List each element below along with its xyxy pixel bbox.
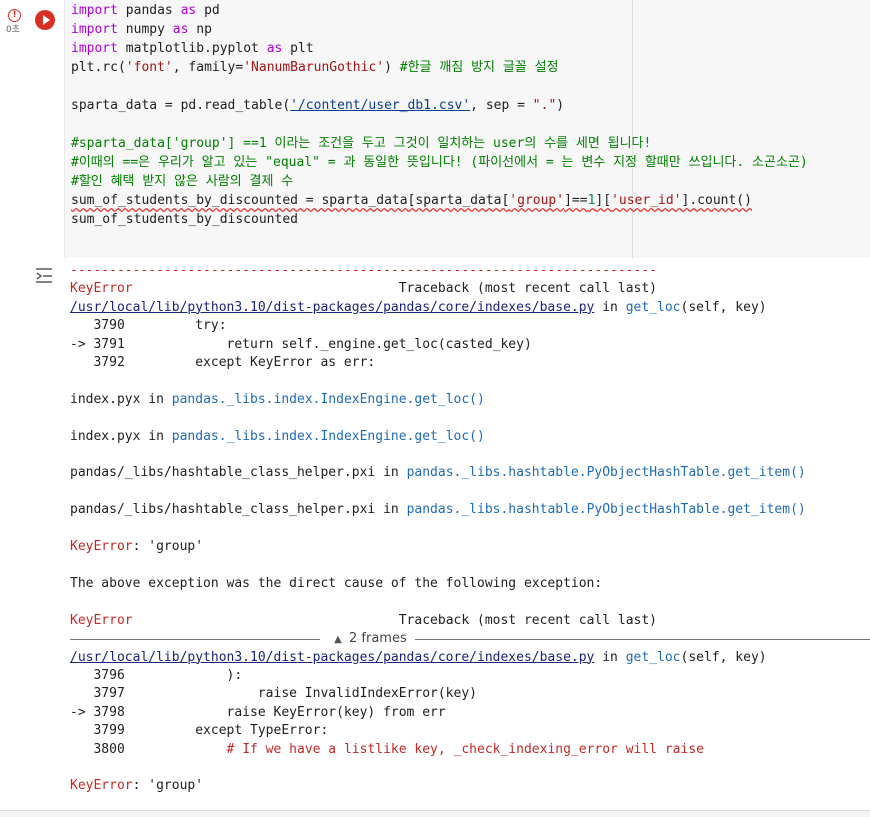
source-line-3797: 3797 raise InvalidIndexError(key)	[70, 686, 477, 702]
error-message-1: KeyError: 'group'	[70, 539, 204, 555]
frame-location-1: /usr/local/lib/python3.10/dist-packages/…	[70, 299, 767, 315]
frames-divider-right	[415, 639, 870, 641]
error-message-2: KeyError: 'group'	[70, 778, 204, 794]
code-line-4: plt.rc('font', family='NanumBarunGothic'…	[71, 60, 559, 75]
code-line-10: sum_of_students_by_discounted = sparta_d…	[71, 193, 752, 208]
code-line-2: import numpy as np	[71, 22, 212, 37]
cell-gutter: ! 0초	[0, 0, 30, 816]
source-line-3800: 3800 # If we have a listlike key, _check…	[70, 741, 704, 757]
frame-location-2: index.pyx in pandas._libs.index.IndexEng…	[70, 391, 485, 407]
source-line-3791: -> 3791 return self._engine.get_loc(cast…	[70, 336, 532, 352]
expand-chevron-icon: ▲	[334, 634, 342, 646]
code-cell[interactable]: import pandas as pd import numpy as np i…	[64, 0, 870, 258]
code-line-1: import pandas as pd	[71, 3, 220, 18]
error-status-icon: !	[8, 9, 21, 22]
source-line-3792: 3792 except KeyError as err:	[70, 355, 376, 371]
traceback-header-2: KeyError Traceback (most recent call las…	[70, 612, 658, 628]
code-comment-3: #할인 혜택 받지 않은 사람의 결제 수	[71, 174, 294, 189]
code-comment-2: #이때의 ==은 우리가 알고 있는 "equal" = 과 동일한 뜻입니다!…	[71, 155, 808, 170]
frame-location-5: pandas/_libs/hashtable_class_helper.pxi …	[70, 502, 806, 518]
source-line-3790: 3790 try:	[70, 318, 227, 334]
file-link-2[interactable]: /usr/local/lib/python3.10/dist-packages/…	[70, 650, 594, 665]
code-comment-1: #sparta_data['group'] ==1 이라는 조건을 두고 그것이…	[71, 136, 652, 151]
frame-location-3: index.pyx in pandas._libs.index.IndexEng…	[70, 428, 485, 444]
frame-location-6: /usr/local/lib/python3.10/dist-packages/…	[70, 649, 767, 665]
traceback-header: KeyError Traceback (most recent call las…	[70, 281, 658, 297]
source-line-3796: 3796 ):	[70, 667, 243, 683]
frames-label[interactable]: ▲ 2 frames	[333, 630, 407, 649]
source-line-3798: -> 3798 raise KeyError(key) from err	[70, 704, 446, 720]
frame-location-4: pandas/_libs/hashtable_class_helper.pxi …	[70, 465, 806, 481]
code-editor[interactable]: import pandas as pd import numpy as np i…	[71, 1, 808, 229]
traceback-separator: ----------------------------------------…	[70, 263, 657, 278]
code-line-3: import matplotlib.pyplot as plt	[71, 41, 314, 56]
execution-time: 0초	[6, 25, 21, 35]
file-link-1[interactable]: /usr/local/lib/python3.10/dist-packages/…	[70, 300, 594, 315]
output-toggle-icon[interactable]	[34, 266, 54, 284]
frames-divider-left	[70, 639, 320, 641]
code-line-6: sparta_data = pd.read_table('/content/us…	[71, 98, 565, 113]
cell-output: ----------------------------------------…	[70, 262, 870, 796]
source-line-3799: 3799 except TypeError:	[70, 723, 329, 739]
hidden-frames-toggle[interactable]: ▲ 2 frames	[70, 630, 870, 648]
play-icon	[42, 15, 50, 25]
run-cell-button[interactable]	[35, 10, 55, 30]
code-line-11: sum_of_students_by_discounted	[71, 212, 298, 227]
cause-message: The above exception was the direct cause…	[70, 575, 603, 591]
